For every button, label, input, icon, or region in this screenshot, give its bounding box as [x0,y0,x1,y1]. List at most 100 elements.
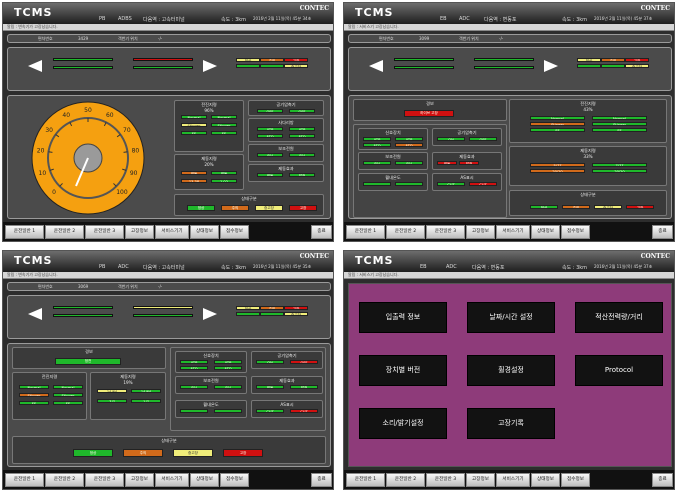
brake-effect-title: 제동효과 [279,378,295,383]
warning-title: 경보 [426,101,434,106]
nav-drive-2[interactable]: 운전일반 2 [386,473,425,487]
menu-datetime-settings[interactable]: 날짜/시간 설정 [467,302,555,333]
prop-c2: FF [211,131,237,135]
nav-drive-1[interactable]: 운전일반 1 [346,225,385,239]
right-arrow-icon[interactable] [203,308,217,320]
position-value: -/- [499,36,504,41]
car-1-status [394,58,454,61]
nav-state[interactable]: 상태정보 [531,473,560,487]
compressor-b: OFF [290,360,318,364]
as-b: CUT [469,182,497,186]
exit-button[interactable]: 종료 [311,473,332,487]
nav-fault[interactable]: 고장정보 [466,473,495,487]
train-formation: 정상 주의 고장 중고장 [348,47,672,91]
compressor-title: 공기압축기 [277,353,297,358]
tcms-logo: TCMS [14,254,53,267]
menu-fault-log[interactable]: 고장기록 [467,408,555,439]
nav-fault[interactable]: 고장정보 [466,225,495,239]
position-value: -/- [158,284,163,289]
menu-io-info[interactable]: 입출력 정보 [359,302,447,333]
legend-major: 중고장 [284,64,308,68]
nav-service[interactable]: 서비스기기 [155,225,189,239]
mode-code: EB [420,264,427,270]
menu-sound-brightness[interactable]: 소리/밝기설정 [359,408,447,439]
legend-g1 [236,312,260,316]
prop-c1: FF [181,131,207,135]
legend-g2 [260,64,284,68]
nav-state[interactable]: 상태정보 [531,225,560,239]
nav-service[interactable]: 서비스기기 [496,473,530,487]
prop-b2: Stinger [211,123,237,127]
nav-service[interactable]: 서비스기기 [496,225,530,239]
nav-drive-3[interactable]: 운전일반 3 [426,225,465,239]
position-label: 객번기 위치 [459,36,479,41]
legend-g2 [260,312,284,316]
nav-drive-2[interactable]: 운전일반 2 [45,225,84,239]
nav-service[interactable]: 서비스기기 [155,473,189,487]
nav-drive-3[interactable]: 운전일반 3 [426,473,465,487]
nav-drive-2[interactable]: 운전일반 2 [45,473,84,487]
nav-drive-3[interactable]: 운전일반 3 [85,473,124,487]
aux-power-box: 보조전원 SIV SIV [358,152,428,170]
nav-state[interactable]: 상태정보 [190,473,219,487]
car-3-status [474,58,534,61]
menu-wheel-settings[interactable]: 휠경설정 [467,355,555,386]
car-info-bar: 편차번호 3099 객번기 위치 -/- [348,34,672,43]
car-1-status [53,306,113,309]
prop-c1: FF [530,128,585,132]
aux-a: SIV [363,161,391,165]
header-bar: TCMS CONTEC EB ADC 다음역 : 변동포 속도 : 3km 20… [344,251,674,272]
contec-logo: CONTEC [640,5,670,12]
brake-effect-a: 제동 [437,161,457,165]
compressor-title: 공기압축기 [457,130,477,135]
footer-nav: 운전일반 1 운전일반 2 운전일반 3 고장정보 서비스기기 상태정보 점수정… [344,222,674,241]
car-number: 3069 [78,284,89,289]
alert-text: 알림 : 변속기가 고장났습니다. [7,272,58,277]
nav-fault[interactable]: 고장정보 [125,473,154,487]
menu-device-version[interactable]: 장치별 버전 [359,355,447,386]
nav-drive-3[interactable]: 운전일반 3 [85,225,124,239]
right-arrow-icon[interactable] [203,60,217,72]
right-arrow-icon[interactable] [544,60,558,72]
exit-button[interactable]: 종료 [652,225,673,239]
compressor-box: 공기압축기 OFF OFF [248,100,324,116]
alert-bar: 알림 : 변속기가 고장났습니다. [3,24,333,31]
nav-score[interactable]: 점수정보 [561,473,590,487]
signal-title: 신호장치 [385,130,401,135]
compressor-title: 공기압축기 [276,102,296,107]
nav-drive-1[interactable]: 운전일반 1 [5,473,44,487]
status-fault: 고장 [289,205,317,211]
menu-protocol[interactable]: Protocol [575,355,663,386]
prop-c1: FF [19,401,49,405]
nav-fault[interactable]: 고장정보 [125,225,154,239]
exit-button[interactable]: 종료 [652,473,673,487]
prop-b2: Stinger [592,122,647,126]
legend-normal: 정상 [236,58,260,62]
car-2-status [53,66,113,69]
aux-power-box: 보조전원 SIV SIV [248,144,324,162]
exit-button[interactable]: 종료 [311,225,332,239]
legend-caution: 주의 [260,306,284,310]
nav-drive-1[interactable]: 운전일반 1 [5,225,44,239]
nav-drive-2[interactable]: 운전일반 2 [386,225,425,239]
left-arrow-icon[interactable] [28,60,42,72]
prop-b2: Stinger [53,393,83,397]
propulsion-title: 전진지령 [41,374,58,379]
left-arrow-icon[interactable] [369,60,383,72]
legend-caution: 주의 [601,58,625,62]
mode-code: EB [440,16,447,22]
nav-score[interactable]: 점수정보 [220,473,249,487]
gauge-tick-label: 90 [130,170,138,177]
nav-score[interactable]: 점수정보 [561,225,590,239]
aux-b: SIV [289,153,315,157]
nav-state[interactable]: 상태정보 [190,225,219,239]
speed-readout: 속도 : 3km [221,265,247,271]
speed-gauge: 0 10 20 30 40 50 60 70 80 90 100 [31,101,145,215]
prop-a2: Normal [53,385,83,389]
nav-score[interactable]: 점수정보 [220,225,249,239]
left-arrow-icon[interactable] [28,308,42,320]
nav-drive-1[interactable]: 운전일반 1 [346,473,385,487]
mode-code: PB [99,16,106,22]
menu-energy-distance[interactable]: 적산전력량/거리 [575,302,663,333]
car-number-label: 편차번호 [38,284,53,289]
